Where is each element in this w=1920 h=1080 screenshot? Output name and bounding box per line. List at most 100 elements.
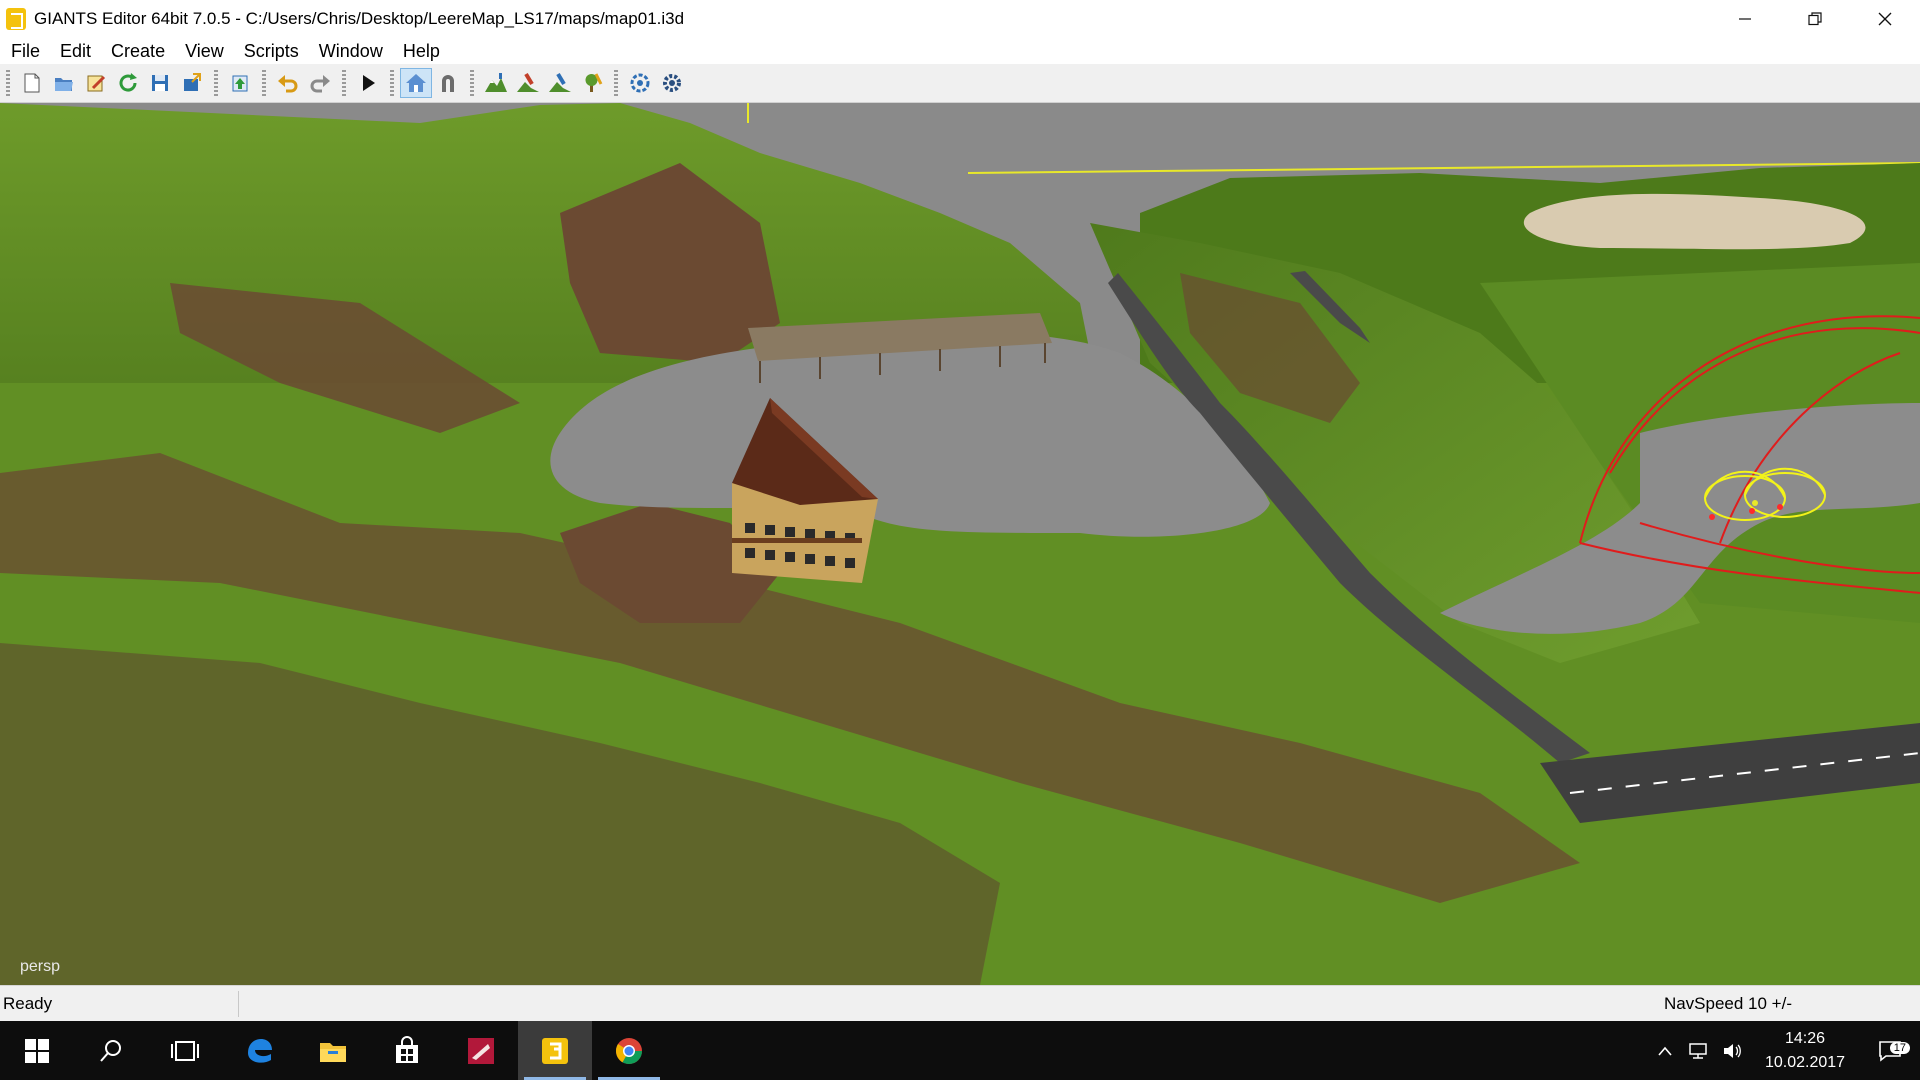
network-icon xyxy=(1689,1042,1707,1059)
undo-icon xyxy=(278,75,298,93)
edge-icon xyxy=(248,1038,272,1063)
nav-speed-status: NavSpeed 10 +/- xyxy=(1663,994,1792,1013)
window-title: GIANTS Editor 64bit 7.0.5 - C:/Users/Chr… xyxy=(34,9,685,28)
restore-icon xyxy=(1808,12,1822,26)
settings-button[interactable] xyxy=(656,68,688,98)
menu-help[interactable]: Help xyxy=(394,41,449,62)
reload-button[interactable] xyxy=(112,68,144,98)
status-text: Ready xyxy=(3,994,53,1013)
system-tray: 14:26 10.02.2017 17 xyxy=(1648,1021,1920,1080)
terrain-paint-icon xyxy=(517,72,539,92)
search-button[interactable] xyxy=(74,1021,148,1080)
status-divider xyxy=(238,991,239,1017)
import-icon xyxy=(232,75,248,92)
toolbar-separator xyxy=(342,70,346,96)
giants-editor-taskbar-button[interactable] xyxy=(518,1021,592,1080)
refresh-scripts-icon xyxy=(630,73,650,93)
menu-scripts[interactable]: Scripts xyxy=(235,41,308,62)
menu-view[interactable]: View xyxy=(176,41,233,62)
import-button[interactable] xyxy=(224,68,256,98)
taskbar: 14:26 10.02.2017 17 xyxy=(0,1021,1920,1080)
store-icon xyxy=(396,1035,418,1063)
search-icon xyxy=(100,1039,121,1062)
menu-create[interactable]: Create xyxy=(102,41,174,62)
terrain-sculpt-button[interactable] xyxy=(480,68,512,98)
redo-button[interactable] xyxy=(304,68,336,98)
network-button[interactable] xyxy=(1682,1042,1716,1060)
gear-icon xyxy=(663,74,681,92)
clock-time: 14:26 xyxy=(1784,1029,1826,1047)
status-bar: Ready NavSpeed 10 +/- xyxy=(0,985,1920,1022)
terrain-sculpt-icon xyxy=(485,73,507,92)
foliage-paint-button[interactable] xyxy=(544,68,576,98)
new-file-icon xyxy=(24,73,40,93)
undo-button[interactable] xyxy=(272,68,304,98)
edit-file-icon xyxy=(87,75,106,92)
speaker-icon xyxy=(1724,1043,1741,1058)
chrome-icon xyxy=(615,1037,643,1064)
play-button[interactable] xyxy=(352,68,384,98)
close-button[interactable] xyxy=(1850,0,1920,38)
menu-bar: File Edit Create View Scripts Window Hel… xyxy=(0,38,1920,64)
file-explorer-taskbar-button[interactable] xyxy=(296,1021,370,1080)
toolbar-grip[interactable] xyxy=(6,70,10,96)
save-button[interactable] xyxy=(144,68,176,98)
chevron-up-icon xyxy=(1658,1046,1672,1056)
export-icon xyxy=(184,73,201,91)
toolbar-separator xyxy=(262,70,266,96)
magnet-button[interactable] xyxy=(432,68,464,98)
terrain-paint-button[interactable] xyxy=(512,68,544,98)
start-button[interactable] xyxy=(0,1021,74,1080)
toolbar-separator xyxy=(390,70,394,96)
menu-edit[interactable]: Edit xyxy=(51,41,100,62)
task-view-icon xyxy=(171,1040,199,1061)
giants-editor-icon xyxy=(6,8,26,30)
refresh-scripts-button[interactable] xyxy=(624,68,656,98)
open-file-button[interactable] xyxy=(48,68,80,98)
camera-label: persp xyxy=(20,958,61,975)
foliage-paint-icon xyxy=(549,72,571,92)
task-view-button[interactable] xyxy=(148,1021,222,1080)
menu-window[interactable]: Window xyxy=(310,41,392,62)
terrain-scene xyxy=(0,103,1920,985)
giants-editor-icon xyxy=(542,1037,568,1064)
restore-button[interactable] xyxy=(1780,0,1850,38)
redo-icon xyxy=(310,75,330,93)
menu-file[interactable]: File xyxy=(2,41,49,62)
toolbar xyxy=(0,64,1920,103)
volume-button[interactable] xyxy=(1716,1042,1750,1060)
toolbar-separator xyxy=(214,70,218,96)
clock-date: 10.02.2017 xyxy=(1764,1053,1846,1071)
play-icon xyxy=(363,75,375,91)
minimize-icon xyxy=(1739,18,1751,20)
edge-taskbar-button[interactable] xyxy=(222,1021,296,1080)
toolbar-separator xyxy=(614,70,618,96)
edit-file-button[interactable] xyxy=(80,68,112,98)
title-bar: GIANTS Editor 64bit 7.0.5 - C:/Users/Chr… xyxy=(0,0,1920,38)
magnet-icon xyxy=(442,75,454,92)
game-taskbar-button[interactable] xyxy=(444,1021,518,1080)
action-center-button[interactable]: 17 xyxy=(1860,1040,1920,1062)
toolbar-separator xyxy=(470,70,474,96)
3d-viewport[interactable]: persp xyxy=(0,103,1920,985)
chrome-taskbar-button[interactable] xyxy=(592,1021,666,1080)
save-icon xyxy=(152,75,168,91)
store-taskbar-button[interactable] xyxy=(370,1021,444,1080)
windows-logo-icon xyxy=(25,1038,49,1063)
folder-icon xyxy=(320,1042,346,1062)
export-button[interactable] xyxy=(176,68,208,98)
window-controls xyxy=(1710,0,1920,38)
game-app-icon xyxy=(468,1037,494,1064)
decoration-paint-icon xyxy=(585,73,603,92)
decoration-paint-button[interactable] xyxy=(576,68,608,98)
clock[interactable]: 14:26 10.02.2017 xyxy=(1750,1027,1860,1075)
notification-count-badge: 17 xyxy=(1889,1041,1910,1054)
home-button[interactable] xyxy=(400,68,432,98)
close-icon xyxy=(1878,12,1892,26)
minimize-button[interactable] xyxy=(1710,0,1780,38)
open-file-icon xyxy=(55,78,73,91)
show-hidden-icons-button[interactable] xyxy=(1648,1045,1682,1057)
new-file-button[interactable] xyxy=(16,68,48,98)
reload-icon xyxy=(119,73,137,92)
home-icon xyxy=(406,74,426,92)
